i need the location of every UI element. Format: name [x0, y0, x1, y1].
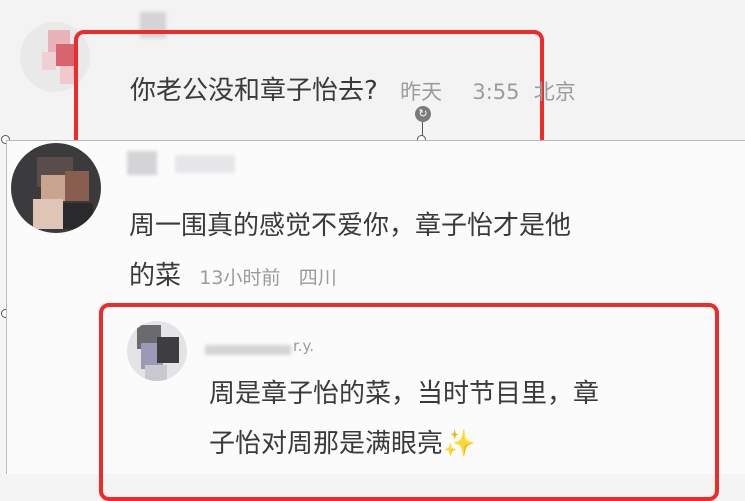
comment-line-2-text: 的菜 — [129, 261, 182, 291]
username-blurred[interactable] — [205, 345, 291, 355]
comment-text: 周一围真的感觉不爱你，章子怡才是他 的菜 13小时前 四川 — [129, 201, 571, 303]
comment-line-2: 的菜 13小时前 四川 — [129, 251, 571, 303]
sparkle-icon: ✨ — [443, 429, 476, 459]
username-blurred[interactable] — [175, 155, 235, 173]
reply-line-1: 周是章子怡的菜，当时节目里，章 — [209, 379, 600, 409]
avatar[interactable] — [127, 321, 187, 381]
comment-time: 13小时前 — [199, 267, 281, 289]
reply-text: 周是章子怡的菜，当时节目里，章 子怡对周那是满眼亮✨ — [209, 369, 599, 469]
comment-clock: 3:55 — [472, 80, 520, 104]
comment-body: 你老公没和章子怡去? — [130, 76, 378, 106]
rotate-stem — [422, 122, 423, 136]
comment-time: 昨天 — [400, 80, 443, 104]
reply-line-2-text: 子怡对周那是满眼亮 — [209, 429, 444, 459]
reply-line-2: 子怡对周那是满眼亮✨ — [209, 419, 599, 469]
selected-comment-card[interactable]: 周一围真的感觉不爱你，章子怡才是他 的菜 13小时前 四川 r.y. 周是章子怡… — [6, 140, 745, 501]
comment-location: 四川 — [298, 267, 337, 289]
comment-text: 你老公没和章子怡去? 昨天 3:55 北京 — [130, 70, 576, 107]
comment-location: 北京 — [533, 80, 576, 104]
comment-line-1: 周一围真的感觉不爱你，章子怡才是他 — [129, 211, 572, 241]
username-blurred[interactable] — [127, 151, 157, 175]
reply-username-fragment: r.y. — [293, 337, 315, 355]
avatar[interactable] — [11, 143, 101, 233]
rotate-handle-icon[interactable]: ↻ — [415, 106, 431, 122]
